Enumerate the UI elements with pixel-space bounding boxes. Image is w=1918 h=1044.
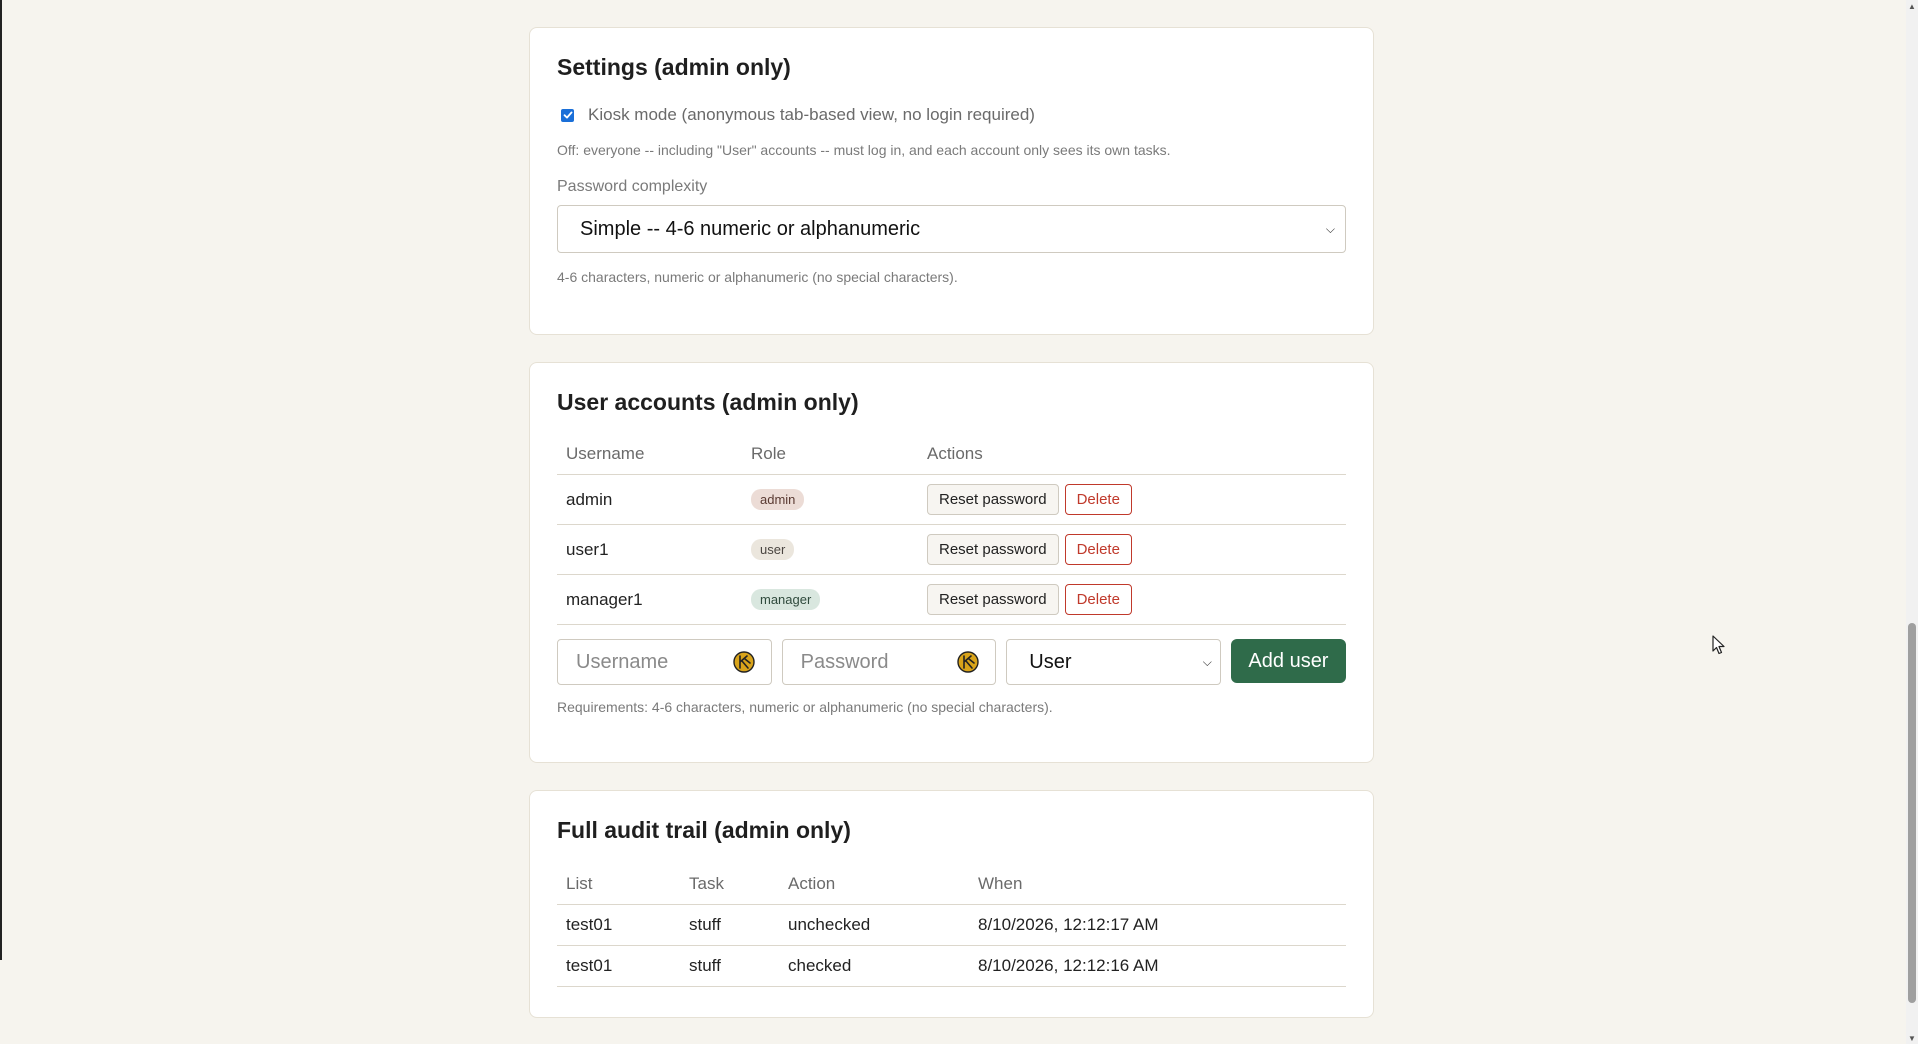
- table-row: manager1 manager Reset password Delete: [557, 574, 1346, 625]
- kiosk-mode-note: Off: everyone -- including "User" accoun…: [557, 142, 1171, 158]
- password-complexity-label: Password complexity: [557, 178, 708, 195]
- add-user-button[interactable]: Add user: [1230, 639, 1347, 683]
- column-header-username: Username: [557, 434, 742, 475]
- table-header-row: List Task Action When: [557, 864, 1346, 905]
- delete-user-button[interactable]: Delete: [1064, 534, 1132, 565]
- username-cell: manager1: [557, 574, 742, 625]
- user-accounts-card: User accounts (admin only) Username Role…: [529, 362, 1374, 763]
- audit-trail-table: List Task Action When test01 stuff unche…: [557, 864, 1346, 987]
- page: Settings (admin only) Kiosk mode (anonym…: [0, 0, 1906, 1044]
- scroll-down-arrow-icon[interactable]: ▼: [1906, 1032, 1918, 1044]
- username-placeholder: Username: [576, 650, 669, 673]
- when-cell: 8/10/2026, 12:12:16 AM: [969, 945, 1346, 987]
- actions-cell: Reset password Delete: [918, 474, 1346, 525]
- settings-card: Settings (admin only) Kiosk mode (anonym…: [529, 27, 1374, 335]
- table-row: user1 user Reset password Delete: [557, 524, 1346, 575]
- chevron-down-icon: ⌵: [1325, 221, 1335, 236]
- table-row: test01 stuff unchecked 8/10/2026, 12:12:…: [557, 904, 1346, 946]
- when-cell: 8/10/2026, 12:12:17 AM: [969, 904, 1346, 946]
- new-password-input[interactable]: Password: [781, 639, 997, 685]
- username-cell: admin: [557, 474, 742, 525]
- table-row: admin admin Reset password Delete: [557, 474, 1346, 525]
- kiosk-mode-label: Kiosk mode (anonymous tab-based view, no…: [588, 105, 1035, 124]
- column-header-action: Action: [779, 864, 969, 905]
- chevron-down-icon: ⌵: [1202, 654, 1212, 669]
- task-cell: stuff: [680, 945, 779, 987]
- action-cell: unchecked: [779, 904, 969, 946]
- list-cell: test01: [557, 904, 680, 946]
- role-badge: user: [751, 539, 795, 560]
- actions-cell: Reset password Delete: [918, 524, 1346, 575]
- column-header-task: Task: [680, 864, 779, 905]
- role-select-value: User: [1029, 650, 1072, 673]
- new-user-role-select[interactable]: User ⌵: [1006, 639, 1221, 685]
- role-cell: manager: [742, 574, 918, 625]
- task-cell: stuff: [680, 904, 779, 946]
- password-complexity-value: Simple -- 4-6 numeric or alphanumeric: [580, 217, 921, 240]
- mouse-cursor-icon: [1712, 635, 1725, 655]
- actions-cell: Reset password Delete: [918, 574, 1346, 625]
- key-badge-icon[interactable]: [957, 651, 979, 673]
- audit-trail-card: Full audit trail (admin only) List Task …: [529, 790, 1374, 1018]
- delete-user-button[interactable]: Delete: [1064, 584, 1132, 615]
- delete-user-button[interactable]: Delete: [1064, 484, 1132, 515]
- password-complexity-select[interactable]: Simple -- 4-6 numeric or alphanumeric ⌵: [557, 205, 1346, 253]
- reset-password-button[interactable]: Reset password: [927, 484, 1059, 515]
- reset-password-button[interactable]: Reset password: [927, 584, 1059, 615]
- password-requirements-note: Requirements: 4-6 characters, numeric or…: [557, 699, 1053, 715]
- username-cell: user1: [557, 524, 742, 575]
- kiosk-mode-checkbox[interactable]: [561, 108, 574, 122]
- role-cell: user: [742, 524, 918, 575]
- role-cell: admin: [742, 474, 918, 525]
- reset-password-button[interactable]: Reset password: [927, 534, 1059, 565]
- user-accounts-table: Username Role Actions admin admin Reset …: [557, 434, 1346, 625]
- user-accounts-title: User accounts (admin only): [557, 389, 859, 415]
- new-username-input[interactable]: Username: [557, 639, 772, 685]
- settings-title: Settings (admin only): [557, 54, 791, 80]
- column-header-list: List: [557, 864, 680, 905]
- page-scrollbar[interactable]: ▲ ▼: [1906, 0, 1918, 1044]
- scroll-up-arrow-icon[interactable]: ▲: [1906, 0, 1918, 12]
- column-header-when: When: [969, 864, 1346, 905]
- key-badge-icon[interactable]: [732, 651, 755, 673]
- kiosk-mode-row[interactable]: Kiosk mode (anonymous tab-based view, no…: [557, 105, 1346, 125]
- column-header-role: Role: [742, 434, 918, 475]
- role-badge: manager: [751, 589, 821, 610]
- table-row: test01 stuff checked 8/10/2026, 12:12:16…: [557, 945, 1346, 987]
- left-edge-rule: [0, 0, 2, 960]
- check-icon: [563, 111, 572, 119]
- action-cell: checked: [779, 945, 969, 987]
- table-header-row: Username Role Actions: [557, 434, 1346, 475]
- add-user-form: Username Password User ⌵ Add user: [557, 639, 1347, 685]
- audit-trail-title: Full audit trail (admin only): [557, 817, 851, 843]
- column-header-actions: Actions: [918, 434, 1346, 475]
- scrollbar-thumb[interactable]: [1908, 623, 1916, 1003]
- list-cell: test01: [557, 945, 680, 987]
- password-placeholder: Password: [800, 650, 889, 673]
- role-badge: admin: [751, 489, 805, 510]
- password-complexity-note: 4-6 characters, numeric or alphanumeric …: [557, 269, 958, 285]
